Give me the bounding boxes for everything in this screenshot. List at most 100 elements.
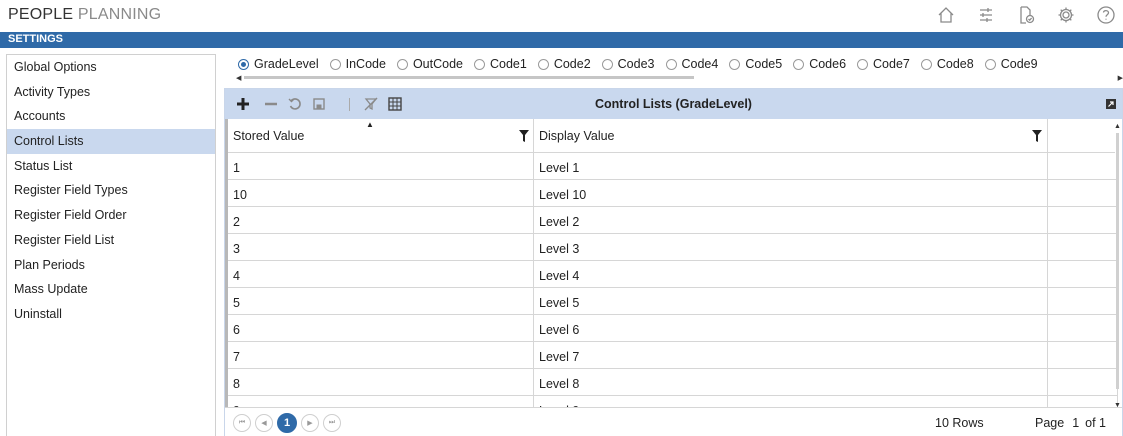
table-row[interactable]: 2 Level 2 <box>228 207 1118 234</box>
stored-value-cell[interactable]: 7 <box>228 342 534 369</box>
sidebar-item-uninstall[interactable]: Uninstall <box>7 302 215 327</box>
display-value-cell[interactable]: Level 10 <box>534 180 1048 207</box>
display-value-cell[interactable]: Level 9 <box>534 396 1048 407</box>
table-row[interactable]: 4 Level 4 <box>228 261 1118 288</box>
page-label: Page <box>1035 416 1065 430</box>
display-value-cell[interactable]: Level 3 <box>534 234 1048 261</box>
app-header: PEOPLE PLANNING <box>0 0 1123 32</box>
table-row[interactable]: 1 Level 1 <box>228 153 1118 180</box>
stored-value-cell[interactable]: 9 <box>228 396 534 407</box>
radio-code5[interactable]: Code5 <box>729 57 782 71</box>
table-row[interactable]: 10 Level 10 <box>228 180 1118 207</box>
empty-cell <box>1048 288 1118 315</box>
clear-filter-icon[interactable] <box>361 94 381 114</box>
settings-sidebar: Global Options Activity Types Accounts Cont… <box>6 54 216 436</box>
stored-value-cell[interactable]: 10 <box>228 180 534 207</box>
save-icon[interactable] <box>309 94 329 114</box>
sliders-icon[interactable] <box>975 4 997 26</box>
horizontal-scrollbar[interactable]: ◀ ▶ <box>236 74 1123 82</box>
radio-code9[interactable]: Code9 <box>984 57 1038 71</box>
radio-button-icon[interactable] <box>729 58 741 70</box>
stored-value-cell[interactable]: 2 <box>228 207 534 234</box>
prev-page-button[interactable]: ◀ <box>255 414 273 432</box>
stored-value-cell[interactable]: 6 <box>228 315 534 342</box>
remove-icon[interactable] <box>261 94 281 114</box>
sidebar-item-mass-update[interactable]: Mass Update <box>7 277 215 302</box>
radio-code2[interactable]: Code2 <box>537 57 591 71</box>
stored-value-cell[interactable]: 8 <box>228 369 534 396</box>
radio-code6[interactable]: Code6 <box>793 57 846 71</box>
scroll-up-icon[interactable]: ▲ <box>1114 123 1121 130</box>
first-page-button[interactable]: ⏮ <box>233 414 251 432</box>
column-header-display-value[interactable]: Display Value <box>534 119 1048 153</box>
radio-button-icon[interactable] <box>665 58 677 70</box>
scrollbar-thumb[interactable] <box>1116 133 1119 389</box>
stored-value-cell[interactable]: 1 <box>228 153 534 180</box>
column-header-label: Stored Value <box>233 129 305 143</box>
help-icon[interactable] <box>1095 4 1117 26</box>
table-row[interactable]: 3 Level 3 <box>228 234 1118 261</box>
export-icon[interactable] <box>385 94 405 114</box>
sidebar-item-status-list[interactable]: Status List <box>7 154 215 179</box>
vertical-scrollbar[interactable]: ▲ ▼ <box>1114 119 1122 409</box>
next-page-button[interactable]: ▶ <box>301 414 319 432</box>
radio-incode[interactable]: InCode <box>329 57 386 71</box>
radio-code1[interactable]: Code1 <box>473 57 527 71</box>
table-row[interactable]: 5 Level 5 <box>228 288 1118 315</box>
radio-code4[interactable]: Code4 <box>665 57 718 71</box>
display-value-cell[interactable]: Level 5 <box>534 288 1048 315</box>
sidebar-item-register-field-types[interactable]: Register Field Types <box>7 178 215 203</box>
table-row[interactable]: 7 Level 7 <box>228 342 1118 369</box>
add-icon[interactable] <box>233 94 253 114</box>
filter-icon[interactable] <box>519 130 529 142</box>
radio-button-icon[interactable] <box>396 58 408 70</box>
popout-icon[interactable] <box>1101 94 1121 114</box>
page-number[interactable]: 1 <box>1072 416 1079 430</box>
sidebar-item-accounts[interactable]: Accounts <box>7 104 215 129</box>
radio-button-icon[interactable] <box>329 58 341 70</box>
sidebar-item-global-options[interactable]: Global Options <box>7 55 215 80</box>
scrollbar-thumb[interactable] <box>244 76 694 79</box>
sidebar-item-control-lists[interactable]: Control Lists <box>7 129 215 154</box>
display-value-cell[interactable]: Level 6 <box>534 315 1048 342</box>
radio-gradelevel[interactable]: GradeLevel <box>238 57 319 71</box>
radio-button-icon[interactable] <box>984 58 996 70</box>
table-row[interactable]: 8 Level 8 <box>228 369 1118 396</box>
radio-button-icon[interactable] <box>857 58 869 70</box>
sidebar-item-register-field-list[interactable]: Register Field List <box>7 228 215 253</box>
column-header-stored-value[interactable]: Stored Value ▲ <box>228 119 534 153</box>
radio-code3[interactable]: Code3 <box>601 57 655 71</box>
sidebar-item-activity-types[interactable]: Activity Types <box>7 80 215 105</box>
table-row[interactable]: 6 Level 6 <box>228 315 1118 342</box>
stored-value-cell[interactable]: 3 <box>228 234 534 261</box>
radio-outcode[interactable]: OutCode <box>396 57 463 71</box>
display-value-cell[interactable]: Level 8 <box>534 369 1048 396</box>
sidebar-item-plan-periods[interactable]: Plan Periods <box>7 253 215 278</box>
radio-button-icon[interactable] <box>920 58 932 70</box>
display-value-cell[interactable]: Level 4 <box>534 261 1048 288</box>
scroll-right-icon[interactable]: ▶ <box>1118 74 1123 82</box>
undo-icon[interactable] <box>285 94 305 114</box>
document-check-icon[interactable] <box>1015 4 1037 26</box>
radio-button-icon[interactable] <box>238 58 249 70</box>
gear-icon[interactable] <box>1055 4 1077 26</box>
sidebar-item-register-field-order[interactable]: Register Field Order <box>7 203 215 228</box>
radio-button-icon[interactable] <box>793 58 805 70</box>
display-value-cell[interactable]: Level 7 <box>534 342 1048 369</box>
stored-value-cell[interactable]: 5 <box>228 288 534 315</box>
home-icon[interactable] <box>935 4 957 26</box>
radio-button-icon[interactable] <box>601 58 613 70</box>
display-value-cell[interactable]: Level 1 <box>534 153 1048 180</box>
last-page-button[interactable]: ⏭ <box>323 414 341 432</box>
radio-button-icon[interactable] <box>473 58 485 70</box>
radio-button-icon[interactable] <box>537 58 549 70</box>
radio-code8[interactable]: Code8 <box>920 57 974 71</box>
radio-code7[interactable]: Code7 <box>857 57 910 71</box>
grid-pager: ⏮ ◀ 1 ▶ ⏭ 10 Rows Page 1 of 1 <box>225 407 1122 436</box>
scroll-left-icon[interactable]: ◀ <box>236 74 241 82</box>
table-row[interactable]: 9Level 9 <box>228 396 1118 407</box>
display-value-cell[interactable]: Level 2 <box>534 207 1048 234</box>
filter-icon[interactable] <box>1032 130 1042 142</box>
stored-value-cell[interactable]: 4 <box>228 261 534 288</box>
current-page-button[interactable]: 1 <box>277 413 297 433</box>
